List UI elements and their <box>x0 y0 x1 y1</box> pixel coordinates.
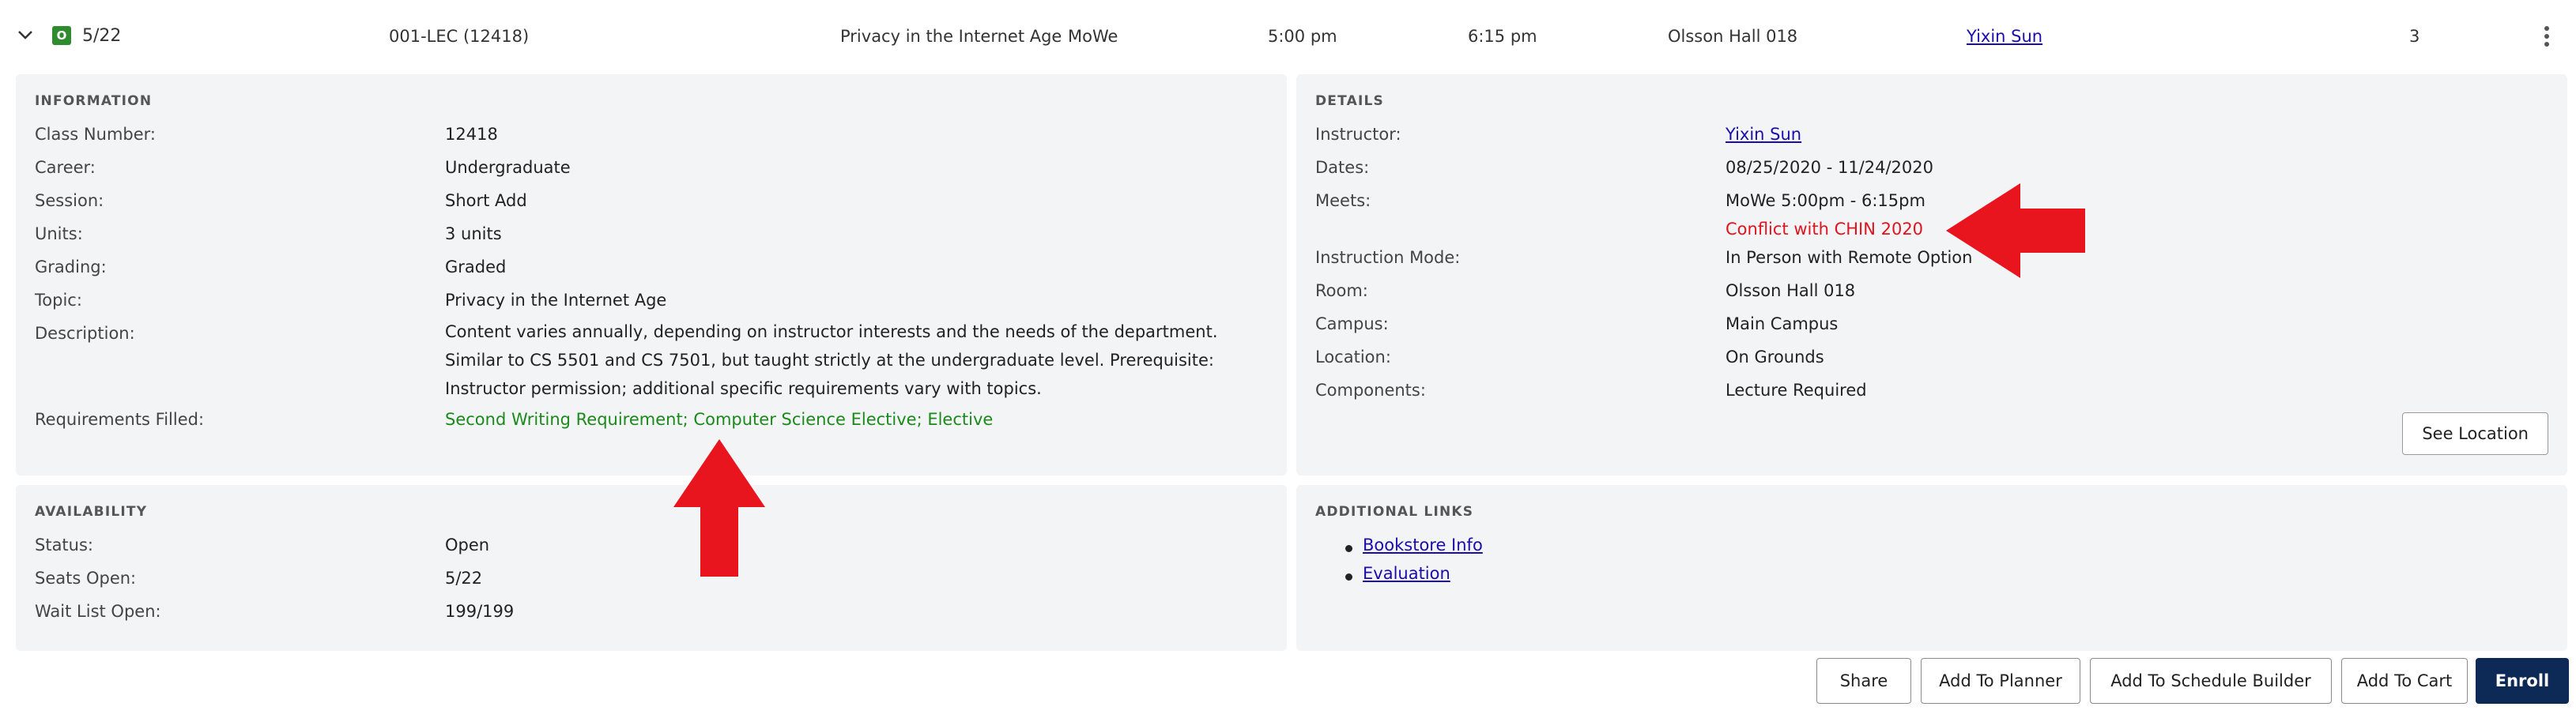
campus-value: Main Campus <box>1726 314 1839 333</box>
conflict-warning: Conflict with CHIN 2020 <box>1726 220 1924 239</box>
add-to-planner-button[interactable]: Add To Planner <box>1921 658 2080 704</box>
red-arrow-icon <box>673 439 765 577</box>
add-to-cart-button[interactable]: Add To Cart <box>2341 658 2468 704</box>
location-label: Location: <box>1315 348 1391 367</box>
room-label: Room: <box>1315 281 1368 300</box>
session-label: Session: <box>35 191 104 210</box>
bullet-icon <box>1345 573 1352 581</box>
availability-panel: AVAILABILITY Status: Open Seats Open: 5/… <box>16 485 1287 651</box>
description-label: Description: <box>35 324 135 343</box>
class-room: Olsson Hall 018 <box>1668 27 1798 46</box>
status-label: Status: <box>35 536 93 554</box>
red-arrow-icon <box>1946 183 2085 278</box>
campus-label: Campus: <box>1315 314 1389 333</box>
class-number-label: Class Number: <box>35 125 156 144</box>
instruction-mode-value: In Person with Remote Option <box>1726 248 1973 267</box>
additional-links-panel: ADDITIONAL LINKS Bookstore Info Evaluati… <box>1296 485 2567 651</box>
grading-value: Graded <box>445 258 507 276</box>
meets-label: Meets: <box>1315 191 1371 210</box>
kebab-menu-icon[interactable] <box>2539 24 2555 52</box>
wait-list-value: 199/199 <box>445 602 515 621</box>
see-location-button[interactable]: See Location <box>2402 412 2548 455</box>
bookstore-info-link[interactable]: Bookstore Info <box>1363 536 1483 554</box>
share-button[interactable]: Share <box>1816 658 1911 704</box>
instructor-link[interactable]: Yixin Sun <box>1967 25 2042 47</box>
status-value: Open <box>445 536 490 554</box>
class-units: 3 <box>2409 27 2420 46</box>
class-days: MoWe <box>1068 27 1118 46</box>
class-topic: Privacy in the Internet Age <box>840 27 1062 46</box>
information-panel: INFORMATION Class Number: 12418 Career: … <box>16 74 1287 476</box>
topic-value: Privacy in the Internet Age <box>445 291 667 310</box>
section-number: 001-LEC (12418) <box>389 27 530 46</box>
dates-value: 08/25/2020 - 11/24/2020 <box>1726 158 1934 177</box>
topic-label: Topic: <box>35 291 82 310</box>
evaluation-link[interactable]: Evaluation <box>1363 564 1450 583</box>
seats-count: 5/22 <box>82 26 122 46</box>
seats-open-label: Seats Open: <box>35 569 137 588</box>
instructor-label: Instructor: <box>1315 125 1401 144</box>
seats-open-value: 5/22 <box>445 569 483 588</box>
class-number-value: 12418 <box>445 125 498 144</box>
grading-label: Grading: <box>35 258 107 276</box>
details-panel: DETAILS Instructor: Yixin Sun Dates: 08/… <box>1296 74 2567 476</box>
location-value: On Grounds <box>1726 348 1824 367</box>
components-value: Lecture Required <box>1726 381 1867 400</box>
requirements-label: Requirements Filled: <box>35 410 205 429</box>
class-row: O 5/22 001-LEC (12418) Privacy in the In… <box>0 0 2576 73</box>
instruction-mode-label: Instruction Mode: <box>1315 248 1461 267</box>
units-label: Units: <box>35 224 83 243</box>
components-label: Components: <box>1315 381 1426 400</box>
additional-links-title: ADDITIONAL LINKS <box>1315 504 1474 520</box>
details-instructor-link[interactable]: Yixin Sun <box>1726 125 1801 144</box>
add-to-schedule-builder-button[interactable]: Add To Schedule Builder <box>2090 658 2332 704</box>
start-time: 5:00 pm <box>1268 27 1337 46</box>
dates-label: Dates: <box>1315 158 1370 177</box>
chevron-down-icon[interactable] <box>14 24 36 46</box>
enroll-button[interactable]: Enroll <box>2476 658 2569 704</box>
availability-title: AVAILABILITY <box>35 504 148 520</box>
description-value: Content varies annually, depending on in… <box>445 322 1218 398</box>
requirements-value: Second Writing Requirement; Computer Sci… <box>445 410 994 429</box>
information-title: INFORMATION <box>35 93 153 109</box>
session-value: Short Add <box>445 191 527 210</box>
meets-value: MoWe 5:00pm - 6:15pm <box>1726 191 1925 210</box>
room-value: Olsson Hall 018 <box>1726 281 1856 300</box>
units-value: 3 units <box>445 224 502 243</box>
wait-list-label: Wait List Open: <box>35 602 161 621</box>
bullet-icon <box>1345 545 1352 552</box>
open-status-badge: O <box>52 26 71 45</box>
career-label: Career: <box>35 158 96 177</box>
details-title: DETAILS <box>1315 93 1384 109</box>
career-value: Undergraduate <box>445 158 571 177</box>
end-time: 6:15 pm <box>1468 27 1537 46</box>
